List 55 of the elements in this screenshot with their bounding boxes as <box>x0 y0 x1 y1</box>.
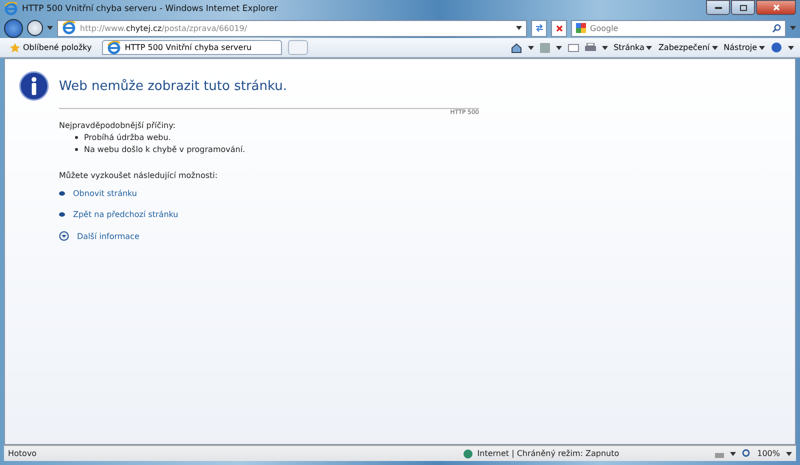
caret-icon[interactable] <box>646 46 652 50</box>
caret-icon[interactable] <box>786 452 792 456</box>
caret-icon[interactable] <box>788 46 794 50</box>
printer-icon[interactable] <box>584 42 596 52</box>
bullet-icon <box>59 212 65 217</box>
minimize-icon <box>714 6 722 9</box>
address-field[interactable]: http://www.chytej.cz/posta/zprava/66019/ <box>57 20 527 36</box>
caret-icon[interactable] <box>47 26 53 30</box>
search-field[interactable]: Google <box>590 24 768 32</box>
bullet-icon <box>59 191 65 196</box>
menu-button[interactable]: Stránka <box>614 43 652 52</box>
caret-icon[interactable] <box>730 452 736 456</box>
menu-button[interactable]: Nástroje <box>724 43 765 52</box>
favorites-button[interactable]: Oblíbené položky <box>6 40 96 54</box>
search-box[interactable]: Google <box>571 20 786 36</box>
forward-button[interactable] <box>27 20 43 36</box>
back-button[interactable] <box>4 18 23 38</box>
caret-icon[interactable] <box>516 26 522 30</box>
bullet-icon <box>75 136 78 139</box>
info-icon <box>19 71 49 101</box>
page-icon <box>106 40 121 54</box>
cause-item: Na webu došlo k chybě v programování. <box>84 145 246 154</box>
browser-tab[interactable]: HTTP 500 Vnitřní chyba serveru <box>102 40 282 55</box>
caret-icon[interactable] <box>528 46 534 50</box>
caret-icon[interactable] <box>712 46 718 50</box>
maximize-icon <box>740 4 746 10</box>
minimize-button[interactable] <box>706 0 730 15</box>
expand-icon[interactable] <box>59 231 69 241</box>
search-icon[interactable] <box>772 24 781 32</box>
caret-icon[interactable] <box>602 46 608 50</box>
option-link[interactable]: Další informace <box>77 232 140 240</box>
caret-icon[interactable] <box>556 46 562 50</box>
refresh-icon[interactable] <box>531 20 547 36</box>
search-provider-icon <box>576 23 586 33</box>
close-icon <box>772 4 780 11</box>
close-button[interactable] <box>756 0 796 15</box>
caret-icon[interactable] <box>759 46 765 50</box>
options-title: Můžete vyzkoušet následující možnosti: <box>59 171 219 180</box>
option-link[interactable]: Obnovit stránku <box>73 189 137 198</box>
status-text: Hotovo <box>8 449 37 458</box>
bullet-icon <box>75 148 78 151</box>
zoom-level[interactable]: 100% <box>757 449 780 458</box>
option-link[interactable]: Zpět na předchozí stránku <box>73 210 178 219</box>
menu-button[interactable]: Zabezpečení <box>658 43 718 52</box>
cause-item: Probíhá údržba webu. <box>84 133 171 142</box>
error-heading: Web nemůže zobrazit tuto stránku. <box>59 78 288 94</box>
causes-title: Nejpravděpodobnější příčiny: <box>59 121 176 130</box>
zone-text: Internet | Chráněný režim: Zapnuto <box>477 449 620 458</box>
home-icon[interactable] <box>510 42 522 52</box>
browser-icon <box>4 2 18 16</box>
maximize-button[interactable] <box>731 0 755 15</box>
stop-icon[interactable] <box>551 20 567 36</box>
star-icon <box>10 42 20 52</box>
page-icon <box>62 21 76 35</box>
window-title: HTTP 500 Vnitřní chyba serveru - Windows Internet Explorer <box>22 4 278 14</box>
